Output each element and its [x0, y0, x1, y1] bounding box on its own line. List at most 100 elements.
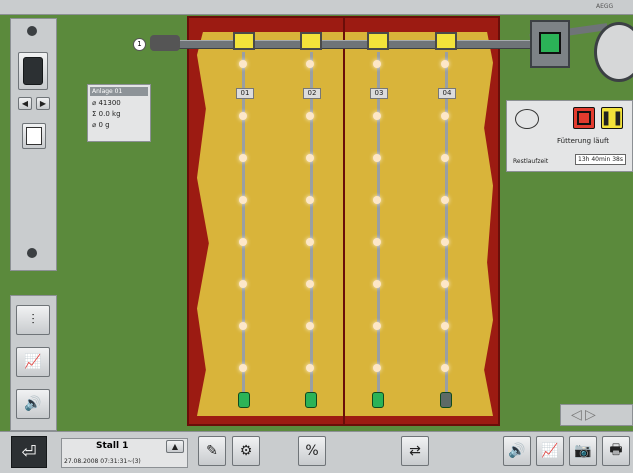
feeder-pan — [373, 60, 381, 68]
diameter-icon: ⌀ — [92, 99, 97, 107]
sound-button[interactable]: 🔊 — [16, 389, 50, 419]
datetime: 27.08.2008 07:31:31~(3) — [64, 458, 141, 465]
info-box: Anlage 01 ⌀ 41300 Σ 0.0 kg ⌀ 0 g — [87, 84, 151, 142]
feeder-pan — [373, 238, 381, 246]
stall-selector[interactable]: Stall 1 ▲ 27.08.2008 07:31:31~(3) — [61, 438, 188, 468]
up-icon: ▲ — [171, 442, 179, 451]
top-bar — [0, 0, 633, 15]
line-feeder-3[interactable] — [367, 32, 389, 50]
feeder-pan — [441, 364, 449, 372]
feeder-pan — [239, 60, 247, 68]
percent-icon: % — [305, 443, 319, 459]
line-feeder-2[interactable] — [300, 32, 322, 50]
status-text: Fütterung läuft — [557, 137, 610, 145]
feeder-pan — [306, 280, 314, 288]
screw-icon — [27, 26, 37, 36]
stall-label: Stall 1 — [96, 441, 129, 451]
nav-next-button[interactable]: ▶ — [36, 97, 50, 110]
feeder-pan — [441, 112, 449, 120]
feeder-pan — [373, 112, 381, 120]
line-end-sensor-1[interactable] — [238, 392, 250, 408]
pause-button[interactable]: ❚❚ — [600, 107, 624, 129]
feeder-icon — [515, 109, 539, 129]
feeder-pan — [441, 238, 449, 246]
feed-line-3 — [377, 52, 380, 394]
line-end-sensor-2[interactable] — [305, 392, 317, 408]
remaining-value: 13h 40min 38s — [575, 154, 626, 165]
drive-wheel — [594, 22, 633, 82]
settings-sliders-button[interactable]: ⫶ — [16, 305, 50, 335]
layout-icon — [26, 127, 42, 145]
transfer-button[interactable]: ⇄ — [401, 436, 429, 466]
line-label: 03 — [370, 88, 388, 99]
feeder-pan — [306, 364, 314, 372]
feeder-pan — [373, 364, 381, 372]
stop-icon — [577, 111, 591, 125]
feeder-pan — [239, 196, 247, 204]
stop-button[interactable] — [573, 107, 595, 129]
next-icon: ▶ — [39, 99, 47, 108]
feeder-config-button[interactable]: ⚙ — [232, 436, 260, 466]
transfer-icon: ⇄ — [409, 443, 421, 459]
feeder-pan — [306, 238, 314, 246]
pause-icon: ❚❚ — [600, 110, 624, 126]
brand-label: AEGG — [596, 3, 614, 10]
line-end-sensor-4[interactable] — [440, 392, 452, 408]
enter-icon: ⏎ — [21, 441, 37, 463]
drive-motor[interactable] — [530, 20, 570, 68]
info-row: ⌀ 41300 — [92, 99, 121, 107]
edit-button[interactable]: ✎ — [198, 436, 226, 466]
enter-button[interactable]: ⏎ — [11, 436, 47, 468]
camera-icon: 📷 — [574, 443, 592, 459]
line-end-sensor-3[interactable] — [372, 392, 384, 408]
line-feeder-1[interactable] — [233, 32, 255, 50]
stall-up-button[interactable]: ▲ — [166, 440, 184, 453]
motor-status-indicator — [539, 32, 561, 54]
pipe-connector — [150, 35, 180, 51]
line-label: 01 — [236, 88, 254, 99]
line-label: 02 — [303, 88, 321, 99]
feed-bin-button[interactable] — [18, 52, 48, 90]
scroll-left-icon[interactable]: ◁ — [571, 407, 582, 423]
sliders-icon: ⫶ — [31, 312, 35, 328]
feeder-pan — [441, 60, 449, 68]
feeder-pan — [441, 280, 449, 288]
feeder-pan — [441, 196, 449, 204]
sound-bottom-button[interactable]: 🔊 — [503, 436, 531, 466]
silo-icon — [23, 57, 43, 85]
feeder-pan — [306, 196, 314, 204]
chart-bottom-button[interactable]: 📈 — [536, 436, 564, 466]
feed-pipe — [160, 40, 542, 49]
nav-prev-button[interactable]: ◀ — [18, 97, 32, 110]
layout-view-button[interactable] — [22, 123, 46, 149]
feeder-pan — [306, 154, 314, 162]
feeder-pan — [306, 112, 314, 120]
line-label: 04 — [438, 88, 456, 99]
camera-button[interactable]: 📷 — [569, 436, 597, 466]
feeder-pan — [373, 196, 381, 204]
info-row: ⌀ 0 g — [92, 121, 110, 129]
barn-divider — [343, 16, 345, 426]
info-box-title: Anlage 01 — [90, 87, 148, 96]
printer-icon: 🖶 — [609, 442, 623, 458]
feed-line-1 — [242, 52, 245, 394]
speaker-icon: 🔊 — [508, 443, 526, 459]
speaker-icon: 🔊 — [24, 396, 42, 412]
prev-icon: ◀ — [21, 99, 29, 108]
remaining-label: Restlaufzeit — [513, 158, 549, 165]
feeding-status-panel: ❚❚ Fütterung läuft Restlaufzeit 13h 40mi… — [506, 100, 633, 172]
percent-button[interactable]: % — [298, 436, 326, 466]
sum-icon: Σ — [92, 110, 97, 118]
line-feeder-4[interactable] — [435, 32, 457, 50]
feeder-pan — [373, 322, 381, 330]
feeder-pan — [441, 322, 449, 330]
screw-icon-bottom — [27, 248, 37, 258]
scroll-right-icon[interactable]: ▷ — [585, 407, 596, 423]
feeder-pan — [239, 112, 247, 120]
print-button[interactable]: 🖶 — [602, 436, 630, 466]
feeder-config-icon: ⚙ — [239, 443, 253, 459]
feeder-pan — [239, 364, 247, 372]
scroll-nav: ◁ ▷ — [560, 404, 633, 426]
chart-button[interactable]: 📈 — [16, 347, 50, 377]
feed-line-2 — [310, 52, 313, 394]
